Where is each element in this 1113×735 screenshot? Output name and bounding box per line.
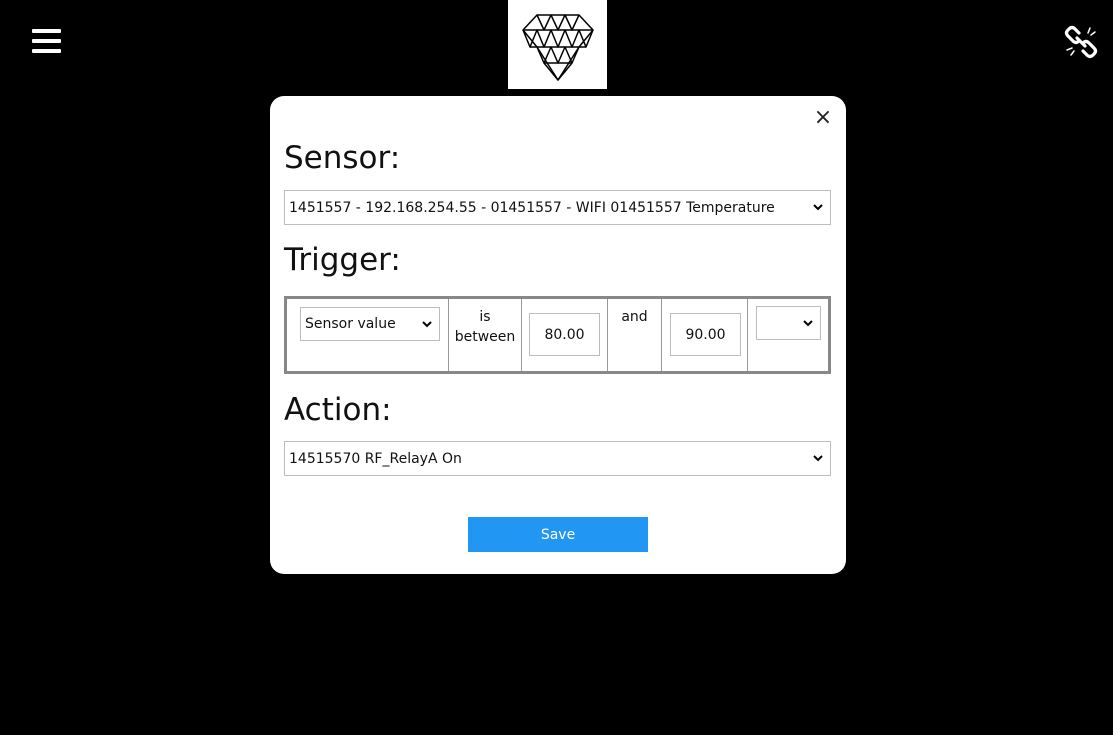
save-button[interactable]: Save: [468, 517, 648, 552]
trigger-to-cell: [662, 299, 748, 371]
trigger-source-cell: Sensor value: [287, 299, 449, 371]
trigger-from-input[interactable]: [529, 313, 600, 356]
trigger-to-input[interactable]: [670, 313, 741, 356]
trigger-extra-select[interactable]: [756, 306, 821, 340]
chevron-down-icon: [422, 321, 432, 328]
menu-bar: [32, 29, 61, 33]
diamond-logo-icon: [508, 0, 607, 89]
menu-bar: [32, 39, 61, 43]
hamburger-menu-icon[interactable]: [32, 28, 62, 56]
trigger-condition-text: is between: [454, 309, 516, 345]
trigger-condition-cell: is between: [449, 299, 522, 371]
trigger-source-select[interactable]: Sensor value: [300, 307, 440, 341]
trigger-and-text: and: [621, 309, 648, 325]
sensor-heading: Sensor:: [284, 140, 401, 176]
close-icon[interactable]: ×: [812, 107, 834, 129]
trigger-and-cell: and: [608, 299, 662, 371]
sensor-select[interactable]: 1451557 - 192.168.254.55 - 01451557 - WI…: [284, 190, 831, 225]
broken-link-icon[interactable]: [1064, 25, 1098, 59]
trigger-source-value: Sensor value: [305, 316, 396, 332]
action-select[interactable]: 14515570 RF_RelayA On: [284, 441, 831, 476]
trigger-heading: Trigger:: [284, 242, 401, 278]
chevron-down-icon: [803, 320, 813, 327]
rule-dialog: × Sensor: 1451557 - 192.168.254.55 - 014…: [270, 96, 846, 574]
chevron-down-icon: [813, 455, 823, 462]
action-heading: Action:: [284, 392, 392, 428]
menu-bar: [32, 49, 61, 53]
trigger-from-cell: [522, 299, 608, 371]
trigger-extra-cell: [748, 299, 828, 371]
chevron-down-icon: [813, 204, 823, 211]
trigger-table: Sensor value is between and: [284, 296, 831, 374]
action-select-value: 14515570 RF_RelayA On: [289, 450, 462, 467]
sensor-select-value: 1451557 - 192.168.254.55 - 01451557 - WI…: [289, 199, 775, 216]
